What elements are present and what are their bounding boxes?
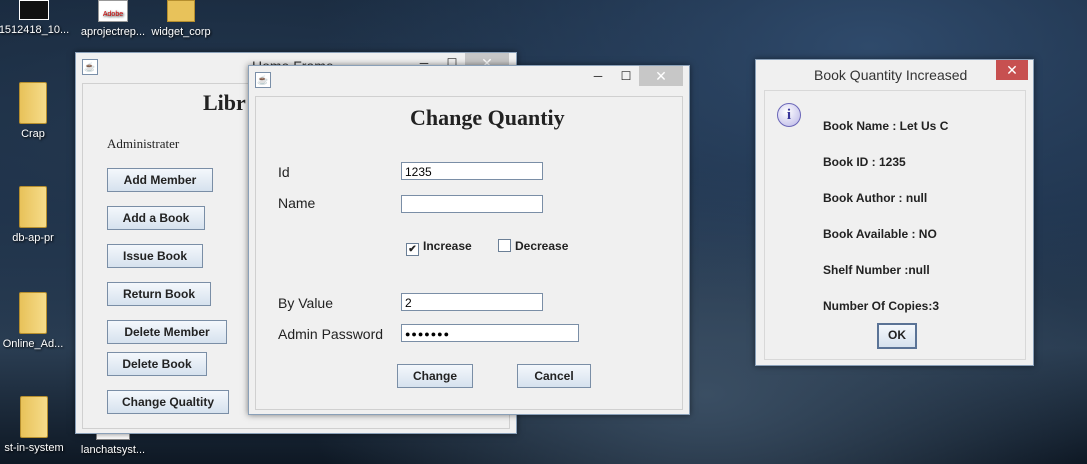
administrater-label: Administrater <box>107 136 180 151</box>
folder-icon <box>19 186 47 228</box>
desktop-icon-label: Online_Ad... <box>2 338 64 350</box>
maximize-button[interactable]: ☐ <box>613 66 639 86</box>
change-button[interactable]: Change <box>397 364 473 388</box>
desktop-icon-label: st-in-system <box>4 442 64 454</box>
by-value-label: By Value <box>278 295 333 311</box>
desktop-icon-db-ap-pr[interactable]: db-ap-pr <box>0 186 73 244</box>
delete-book-button[interactable]: Delete Book <box>107 352 207 376</box>
decrease-checkbox[interactable]: Decrease <box>498 239 568 253</box>
book-author-line: Book Author : null <box>823 191 928 205</box>
adobe-text: Adobe <box>102 11 124 18</box>
unchecked-box-icon <box>498 239 511 252</box>
decrease-label: Decrease <box>515 239 569 253</box>
add-member-button[interactable]: Add Member <box>107 168 213 192</box>
desktop-icon-1512418[interactable]: 1512418_10... <box>0 0 74 36</box>
desktop-icon-label: lanchatsyst... <box>80 444 146 456</box>
image-file-icon <box>19 0 49 20</box>
desktop-icon-widget-corp[interactable]: widget_corp <box>141 0 221 38</box>
increase-label: Increase <box>423 239 472 253</box>
message-titlebar[interactable]: Book Quantity Increased ✕ <box>756 60 1033 88</box>
desktop-icon-label: aprojectrep... <box>80 26 146 38</box>
minimize-button[interactable]: ─ <box>585 66 611 86</box>
ok-button[interactable]: OK <box>877 323 917 349</box>
issue-book-button[interactable]: Issue Book <box>107 244 203 268</box>
book-name-line: Book Name : Let Us C <box>823 119 949 133</box>
desktop-icon-crap[interactable]: Crap <box>0 82 73 140</box>
close-button[interactable]: ✕ <box>639 66 683 86</box>
number-of-copies-line: Number Of Copies:3 <box>823 299 940 313</box>
adobe-pdf-icon: Adobe <box>98 0 128 22</box>
change-quantity-window: ☕ ─ ☐ ✕ Change Quantiy Id 1235 Name ✔ Inc… <box>248 65 690 415</box>
name-label: Name <box>278 195 316 211</box>
close-button[interactable]: ✕ <box>996 60 1028 80</box>
message-content: i Book Name : Let Us C Book ID : 1235 Bo… <box>764 90 1026 360</box>
shelf-number-line: Shelf Number :null <box>823 263 930 277</box>
name-field[interactable] <box>401 195 543 213</box>
check-icon: ✔ <box>406 243 419 256</box>
desktop-icon-label: Crap <box>21 128 45 140</box>
desktop-icon-online-ad[interactable]: Online_Ad... <box>0 292 73 350</box>
desktop-icon-label: 1512418_10... <box>0 24 70 36</box>
message-title: Book Quantity Increased <box>814 67 968 83</box>
message-dialog: Book Quantity Increased ✕ i Book Name : … <box>755 59 1034 366</box>
return-book-button[interactable]: Return Book <box>107 282 211 306</box>
dialog-heading: Change Quantiy <box>410 105 565 130</box>
folder-icon <box>19 292 47 334</box>
id-field[interactable]: 1235 <box>401 162 543 180</box>
desktop-icon-st-in-system[interactable]: st-in-system <box>0 396 74 454</box>
desktop-icon-label: widget_corp <box>151 26 211 38</box>
folder-shortcut-icon <box>167 0 195 22</box>
change-quality-button[interactable]: Change Qualtity <box>107 390 229 414</box>
java-icon: ☕ <box>82 59 98 75</box>
desktop-icon-label: db-ap-pr <box>12 232 54 244</box>
java-icon: ☕ <box>255 72 271 88</box>
change-quantity-content: Change Quantiy Id 1235 Name ✔ Increase De… <box>255 96 683 410</box>
id-label: Id <box>278 164 290 180</box>
folder-icon <box>20 396 48 438</box>
book-id-line: Book ID : 1235 <box>823 155 906 169</box>
admin-password-label: Admin Password <box>278 326 384 342</box>
folder-icon <box>19 82 47 124</box>
info-icon: i <box>777 103 801 127</box>
change-quantity-titlebar[interactable]: ☕ ─ ☐ ✕ <box>249 66 689 94</box>
cancel-button[interactable]: Cancel <box>517 364 591 388</box>
increase-checkbox[interactable]: ✔ Increase <box>406 239 472 256</box>
add-book-button[interactable]: Add a Book <box>107 206 205 230</box>
book-available-line: Book Available : NO <box>823 227 937 241</box>
delete-member-button[interactable]: Delete Member <box>107 320 227 344</box>
home-heading: Libr <box>203 90 246 115</box>
by-value-field[interactable]: 2 <box>401 293 543 311</box>
admin-password-field[interactable]: ●●●●●●● <box>401 324 579 342</box>
